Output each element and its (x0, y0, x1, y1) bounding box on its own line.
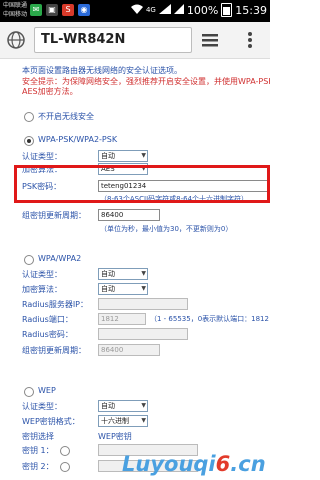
radius-port-label: Radius端口： (22, 315, 73, 324)
carrier-1: 中国联通 (3, 2, 28, 9)
wep-format-value: 十六进制 (101, 417, 129, 425)
wep-auth-select[interactable]: 自动 ▼ (98, 400, 148, 412)
wpa-auth-label: 认证类型： (22, 270, 62, 279)
menu-lines-icon[interactable] (200, 30, 220, 50)
wpa-enc-select[interactable]: 自动 ▼ (98, 283, 148, 295)
clock: 15:39 (235, 3, 267, 17)
wep-key1-label: 密钥 1： (22, 446, 54, 455)
wep-label: WEP (38, 386, 56, 395)
wifi-icon (130, 4, 143, 17)
browser-toolbar: TL-WR842N (0, 22, 270, 59)
watermark-part-3: .cn (230, 452, 266, 476)
radio-wpa[interactable] (24, 255, 34, 265)
weibo-icon: S (62, 4, 74, 16)
radius-password-label: Radius密码： (22, 330, 73, 339)
wep-key2-label: 密钥 2： (22, 462, 54, 471)
wpa-enc-label: 加密算法： (22, 285, 62, 294)
psk-highlight-box (14, 165, 270, 203)
url-bar[interactable]: TL-WR842N (34, 27, 192, 53)
wpa-auth-value: 自动 (101, 270, 115, 278)
radio-no-security[interactable] (24, 112, 34, 122)
wpa-label: WPA/WPA2 (38, 254, 82, 263)
psk-auth-value: 自动 (101, 152, 115, 160)
radio-wep[interactable] (24, 387, 34, 397)
page-content: 本页面设置路由器无线网络的安全认证选项。 安全提示：为保障网络安全，强烈推荐开启… (0, 58, 270, 480)
more-options-icon[interactable] (240, 30, 260, 50)
battery-icon (221, 3, 233, 17)
psk-rekey-input[interactable]: 86400 (98, 209, 160, 221)
psk-auth-select[interactable]: 自动 ▼ (98, 150, 148, 162)
intro-text: 本页面设置路由器无线网络的安全认证选项。 安全提示：为保障网络安全，强烈推荐开启… (22, 66, 270, 98)
app-icon: ▣ (46, 4, 58, 16)
radio-wep-key1[interactable] (60, 446, 70, 456)
chevron-down-icon: ▼ (141, 270, 146, 277)
no-security-label: 不开启无线安全 (38, 112, 94, 121)
watermark-part-1: Luyouqi (122, 452, 216, 476)
radio-wep-key2[interactable] (60, 462, 70, 472)
wep-auth-label: 认证类型： (22, 402, 62, 411)
signal-icon (158, 3, 171, 17)
radius-ip-label: Radius服务器IP： (22, 300, 89, 309)
signal-2-icon (173, 3, 184, 17)
wep-format-label: WEP密钥格式： (22, 417, 80, 426)
wpa-rekey-label: 组密钥更新周期： (22, 346, 86, 355)
intro-line-2: 安全提示：为保障网络安全，强烈推荐开启安全设置，并使用WPA-PSK (22, 76, 270, 86)
intro-line-1: 本页面设置路由器无线网络的安全认证选项。 (22, 66, 182, 75)
watermark-logo: Luyouqi6.cn (122, 452, 266, 476)
carrier-2: 中国移动 (3, 11, 28, 18)
wpa-psk-label: WPA-PSK/WPA2-PSK (38, 135, 118, 144)
url-text: TL-WR842N (41, 32, 126, 47)
wpa-auth-select[interactable]: 自动 ▼ (98, 268, 148, 280)
chevron-down-icon: ▼ (141, 285, 146, 292)
network-type: 4G (145, 6, 156, 14)
wep-format-select[interactable]: 十六进制 ▼ (98, 415, 148, 427)
carrier-info: 中国联通 中国移动 (3, 1, 27, 19)
chevron-down-icon: ▼ (141, 152, 146, 159)
wep-key-select-header: 密钥选择 (22, 432, 54, 441)
wep-key-header: WEP密钥 (98, 432, 132, 441)
globe-icon[interactable] (6, 30, 26, 50)
wpa-rekey-input[interactable]: 86400 (98, 344, 160, 356)
wpa-enc-value: 自动 (101, 285, 115, 293)
notification-icons: ✉ ▣ S ◉ (30, 4, 90, 16)
battery-percent: 100% (186, 3, 219, 17)
psk-rekey-hint: （单位为秒，最小值为30，不更新则为0） (100, 225, 233, 233)
psk-rekey-label: 组密钥更新周期： (22, 211, 86, 220)
radius-password-input[interactable] (98, 328, 188, 340)
psk-auth-label: 认证类型： (22, 152, 62, 161)
radius-port-input[interactable]: 1812 (98, 313, 146, 325)
radius-ip-input[interactable] (98, 298, 188, 310)
radio-wpa-psk[interactable] (24, 136, 34, 146)
intro-line-3: AES加密方法。 (22, 87, 78, 96)
status-right: 4G 100% 15:39 (130, 3, 267, 17)
chevron-down-icon: ▼ (141, 402, 146, 409)
message-icon: ✉ (30, 4, 42, 16)
chevron-down-icon: ▼ (141, 417, 146, 424)
radius-port-hint: （1 - 65535，0表示默认端口：1812 (150, 315, 269, 323)
watermark-part-2: 6 (215, 452, 231, 476)
browser-notification-icon: ◉ (78, 4, 90, 16)
status-bar: 中国联通 中国移动 ✉ ▣ S ◉ 4G 100% 15:39 (0, 0, 270, 22)
wep-auth-value: 自动 (101, 402, 115, 410)
